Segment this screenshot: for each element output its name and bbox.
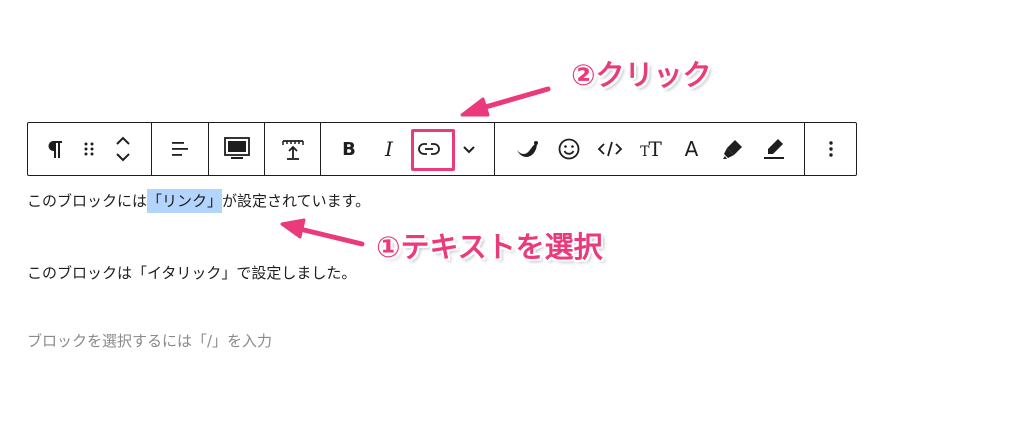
move-up-down-icon bbox=[116, 136, 130, 162]
height-icon bbox=[281, 140, 304, 160]
wide-width-icon bbox=[223, 137, 250, 159]
text-size-button[interactable]: TT bbox=[630, 123, 671, 175]
block-toolbar: B I TT A bbox=[27, 122, 857, 176]
block-type-group bbox=[28, 123, 152, 175]
annotation-select-label: ①テキストを選択 bbox=[376, 230, 603, 264]
link-button[interactable] bbox=[409, 123, 455, 175]
annotation-arrows bbox=[280, 86, 551, 247]
height-button[interactable] bbox=[280, 123, 306, 175]
italic-button[interactable]: I bbox=[369, 123, 409, 175]
marker-button[interactable] bbox=[753, 123, 794, 175]
more-formats-button[interactable] bbox=[449, 123, 489, 175]
paragraph-text: が設定されています。 bbox=[222, 192, 371, 210]
emoji-button[interactable] bbox=[548, 123, 589, 175]
align-button[interactable] bbox=[169, 123, 191, 175]
block-placeholder[interactable]: ブロックを選択するには「/」を入力 bbox=[27, 330, 272, 352]
more-options-button[interactable] bbox=[828, 123, 834, 175]
code-button[interactable] bbox=[589, 123, 630, 175]
highlight-button[interactable] bbox=[712, 123, 753, 175]
paragraph-block-button[interactable] bbox=[38, 123, 72, 175]
marker-icon bbox=[763, 139, 784, 159]
annotation-click-label: ②クリック bbox=[571, 58, 712, 92]
text-size-icon: TT bbox=[640, 137, 662, 161]
width-group bbox=[209, 123, 265, 175]
move-up-down-button[interactable] bbox=[106, 123, 140, 175]
format-group: B I bbox=[321, 123, 495, 175]
arrow-to-selection bbox=[280, 218, 365, 247]
highlighter-icon bbox=[722, 140, 742, 159]
bold-button[interactable]: B bbox=[329, 123, 369, 175]
paragraph-icon bbox=[48, 141, 62, 158]
chevron-down-icon bbox=[463, 146, 475, 154]
align-group bbox=[152, 123, 209, 175]
paragraph-block-2[interactable]: このブロックは「イタリック」で設定しました。 bbox=[27, 262, 356, 284]
extra-formats-group: TT A bbox=[495, 123, 805, 175]
align-icon bbox=[172, 142, 188, 156]
brand-wave-icon bbox=[516, 141, 538, 157]
wide-width-button[interactable] bbox=[223, 123, 251, 175]
bold-label: B bbox=[342, 138, 356, 160]
options-group bbox=[805, 123, 856, 175]
brand-button[interactable] bbox=[507, 123, 548, 175]
text-color-icon: A bbox=[684, 137, 699, 161]
emoji-icon bbox=[558, 138, 579, 160]
drag-handle-button[interactable] bbox=[72, 123, 106, 175]
height-group bbox=[265, 123, 321, 175]
arrow-to-link bbox=[460, 86, 551, 117]
paragraph-text: このブロックには bbox=[27, 192, 148, 210]
selected-text[interactable]: 「リンク」 bbox=[147, 189, 223, 213]
italic-label: I bbox=[385, 137, 393, 161]
paragraph-block-1[interactable]: このブロックには「リンク」が設定されています。 bbox=[27, 189, 371, 213]
text-color-button[interactable]: A bbox=[671, 123, 712, 175]
code-icon bbox=[597, 141, 622, 157]
drag-handle-icon bbox=[84, 142, 94, 156]
more-options-icon bbox=[828, 141, 833, 157]
